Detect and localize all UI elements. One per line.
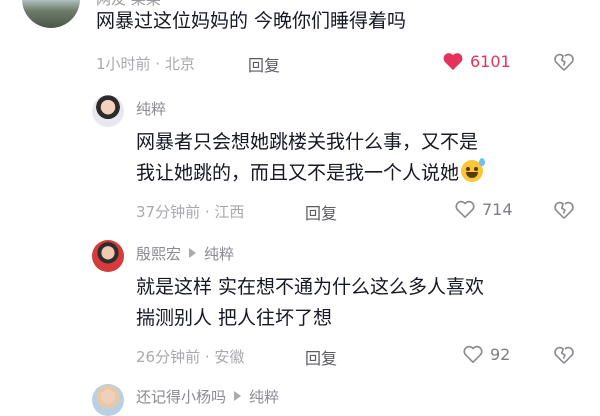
grinning-sweat-emoji xyxy=(461,158,486,182)
reply-1-like-count: 714 xyxy=(482,199,513,219)
reply-1-text-line-1: 网暴者只会想她跳楼关我什么事，又不是 xyxy=(136,131,479,153)
reply-arrow-icon xyxy=(189,248,197,258)
top-comment-like-count: 6101 xyxy=(470,51,511,71)
heart-filled-icon xyxy=(443,53,463,71)
avatar-reply-1[interactable] xyxy=(92,95,124,127)
reply-1-like-button[interactable]: 714 xyxy=(454,199,513,219)
reply-2-dislike-button[interactable] xyxy=(553,345,575,369)
reply-3-reply-to[interactable]: 纯粹 xyxy=(249,388,279,406)
reply-2-time-location: 26分钟前 · 安徽 xyxy=(136,348,245,366)
reply-2-like-count: 92 xyxy=(490,344,511,364)
reply-2-author-line: 殷熙宏 纯粹 xyxy=(136,243,234,264)
avatar-top-commenter[interactable] xyxy=(22,0,80,28)
reply-1-author[interactable]: 纯粹 xyxy=(136,98,166,119)
reply-1-dislike-button[interactable] xyxy=(553,200,575,224)
reply-2-text-line-1: 就是这样 实在想不通为什么这么多人喜欢 xyxy=(136,276,485,298)
top-comment-like-button[interactable]: 6101 xyxy=(442,51,511,71)
heart-outline-icon xyxy=(455,200,475,218)
reply-2-reply-to[interactable]: 纯粹 xyxy=(204,245,234,263)
reply-1-text-line-2: 我让她跳的，而且又不是我一个人说她 xyxy=(136,158,486,189)
reply-1-reply-button[interactable]: 回复 xyxy=(305,200,337,224)
avatar-reply-2[interactable] xyxy=(92,240,124,272)
top-comment-text: 网暴过这位妈妈的 今晚你们睡得着吗 xyxy=(96,10,407,32)
reply-3-author-line: 还记得小杨吗 纯粹 xyxy=(136,386,279,407)
dislike-heart-icon xyxy=(554,53,574,71)
top-comment-reply-button[interactable]: 回复 xyxy=(248,52,280,76)
reply-3-author[interactable]: 还记得小杨吗 xyxy=(136,388,226,406)
reply-2-author[interactable]: 殷熙宏 xyxy=(136,245,181,263)
reply-1-time-location: 37分钟前 · 江西 xyxy=(136,203,245,221)
reply-2-text-line-2: 揣测别人 把人往坏了想 xyxy=(136,307,333,329)
top-comment-time-location: 1小时前 · 北京 xyxy=(96,55,195,73)
reply-1-text-line-2-content: 我让她跳的，而且又不是我一个人说她 xyxy=(136,162,460,184)
reply-2-reply-button[interactable]: 回复 xyxy=(305,345,337,369)
avatar-reply-3[interactable] xyxy=(92,384,124,416)
dislike-heart-icon xyxy=(554,201,574,219)
heart-outline-icon xyxy=(463,345,483,363)
top-comment-dislike-button[interactable] xyxy=(553,52,575,76)
dislike-heart-icon xyxy=(554,346,574,364)
reply-2-like-button[interactable]: 92 xyxy=(462,344,510,364)
